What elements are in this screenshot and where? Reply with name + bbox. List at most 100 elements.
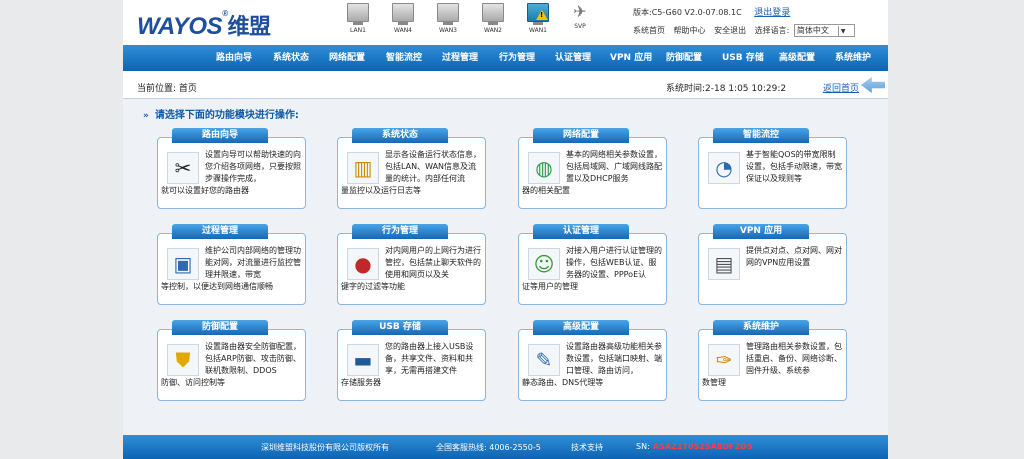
help-link[interactable]: 帮助中心: [674, 26, 706, 35]
card-system-maintenance[interactable]: 系统维护 ✑ 管理路由相关参数设置，包括重启、备份、网络诊断、固件升级、系统参 …: [698, 320, 847, 401]
header: WAYOS®维盟 LAN1 WAN4 WAN3 WAN2 WAN1: [123, 0, 888, 45]
wrench-icon[interactable]: ✑: [708, 344, 740, 376]
remote-manage-icon[interactable]: ▣: [167, 248, 199, 280]
right-margin: [888, 0, 1024, 459]
card-desc: 基于智能QOS的带宽限制设置，包括手动限速，带宽保证以及规则等: [746, 150, 842, 183]
safe-exit-link[interactable]: 安全退出: [714, 26, 746, 35]
card-title[interactable]: 认证管理: [533, 224, 629, 239]
port-wan3[interactable]: WAN3: [435, 3, 461, 34]
card-behavior-manage[interactable]: 行为管理 ● 对内网用户的上网行为进行管控，包括禁止聊天软件的使用和网页以及关 …: [337, 224, 486, 305]
nav-vpn[interactable]: VPN 应用: [610, 45, 652, 71]
card-title[interactable]: 行为管理: [352, 224, 448, 239]
port-label: SVP: [574, 23, 586, 30]
monitor-warning-icon: [527, 3, 549, 22]
nav-advanced-config[interactable]: 高级配置: [779, 45, 815, 71]
copyright: 深圳维盟科技股份有限公司版权所有: [261, 443, 389, 452]
card-desc: 设置路由器高级功能相关参数设置，包括端口映射、端口管理、路由访问，: [566, 342, 662, 375]
card-advanced-config[interactable]: 高级配置 ✎ 设置路由器高级功能相关参数设置，包括端口映射、端口管理、路由访问，…: [518, 320, 667, 401]
back-home-link[interactable]: 返回首页: [823, 81, 859, 94]
tech-support-link[interactable]: 技术支持: [571, 442, 603, 453]
nav-system-maintenance[interactable]: 系统维护: [835, 45, 871, 71]
warning-icon: [536, 10, 548, 20]
brand-logo[interactable]: WAYOS®维盟: [137, 9, 271, 41]
card-title[interactable]: 过程管理: [172, 224, 268, 239]
vpn-server-icon[interactable]: ▤: [708, 248, 740, 280]
card-smart-flow[interactable]: 智能流控 ◔ 基于智能QOS的带宽限制设置，包括手动限速，带宽保证以及规则等: [698, 128, 847, 209]
flow-control-icon[interactable]: ◔: [708, 152, 740, 184]
card-title[interactable]: VPN 应用: [713, 224, 809, 239]
nav-network-config[interactable]: 网络配置: [329, 45, 365, 71]
card-system-status[interactable]: 系统状态 ▥ 显示各设备运行状态信息，包括LAN、WAN信息及流量的统计。内部任…: [337, 128, 486, 209]
brand-name: WAYOS: [137, 13, 223, 40]
logout-link[interactable]: 退出登录: [754, 8, 790, 18]
port-label: LAN1: [350, 27, 366, 34]
admin-page: WAYOS®维盟 LAN1 WAN4 WAN3 WAN2 WAN1: [123, 0, 888, 459]
port-lan1[interactable]: LAN1: [345, 3, 371, 34]
card-auth-manage[interactable]: 认证管理 ☺ 对接入用户进行认证管理的操作，包括WEB认证、服务器的设置、PPP…: [518, 224, 667, 305]
port-wan1[interactable]: WAN1: [525, 3, 551, 34]
nav-behavior-manage[interactable]: 行为管理: [499, 45, 535, 71]
card-vpn[interactable]: VPN 应用 ▤ 提供点对点、点对网、网对网的VPN应用设置: [698, 224, 847, 305]
card-desc: 您的路由器上接入USB设备，共享文件、资料和共享，无需再搭建文件: [385, 342, 474, 375]
monitor-icon: [437, 3, 459, 22]
double-arrow-icon: »: [143, 111, 149, 121]
globe-icon[interactable]: ◍: [528, 152, 560, 184]
card-title[interactable]: 系统维护: [713, 320, 809, 335]
card-network-config[interactable]: 网络配置 ◍ 基本的网络相关参数设置，包括局域网、广域网线路配置以及DHCP服务…: [518, 128, 667, 209]
card-desc-cont: 键字的过滤等功能: [341, 282, 405, 291]
nav-process-manage[interactable]: 过程管理: [442, 45, 478, 71]
status-chart-icon[interactable]: ▥: [347, 152, 379, 184]
card-desc: 显示各设备运行状态信息，包括LAN、WAN信息及流量的统计。内部任何流: [385, 150, 481, 183]
ladybug-icon[interactable]: ●: [347, 248, 379, 280]
card-title[interactable]: 系统状态: [352, 128, 448, 143]
card-title[interactable]: 网络配置: [533, 128, 629, 143]
home-link[interactable]: 系统首页: [633, 26, 665, 35]
users-icon[interactable]: ☺: [528, 248, 560, 280]
card-title[interactable]: USB 存储: [352, 320, 448, 335]
card-desc-cont: 数管理: [702, 378, 726, 387]
port-wan4[interactable]: WAN4: [390, 3, 416, 34]
card-desc: 提供点对点、点对网、网对网的VPN应用设置: [746, 246, 842, 267]
hotline: 全国客服热线: 4006-2550-5: [436, 443, 541, 452]
port-label: WAN4: [393, 27, 412, 34]
port-label: WAN1: [528, 27, 547, 34]
language-select[interactable]: 简体中文 ▼: [793, 24, 855, 37]
card-desc: 基本的网络相关参数设置，包括局域网、广域网线路配置以及DHCP服务: [566, 150, 662, 183]
nav-smart-flow[interactable]: 智能流控: [386, 45, 422, 71]
card-desc-cont: 等控制，以便达到网络通信顺畅: [161, 282, 273, 291]
card-process-manage[interactable]: 过程管理 ▣ 维护公司内部网络的管理功能对网，对流量进行监控管理并限速，带宽 等…: [157, 224, 306, 305]
card-title[interactable]: 路由向导: [172, 128, 268, 143]
card-title[interactable]: 高级配置: [533, 320, 629, 335]
card-usb-storage[interactable]: USB 存储 ▬ 您的路由器上接入USB设备，共享文件、资料和共享，无需再搭建文…: [337, 320, 486, 401]
nav-usb-storage[interactable]: USB 存储: [722, 45, 764, 71]
sn-label: SN:: [636, 442, 650, 451]
nav-defense-config[interactable]: 防御配置: [666, 45, 702, 71]
prompt-text: 请选择下面的功能模块进行操作:: [154, 110, 299, 121]
main-nav: 路由向导 系统状态 网络配置 智能流控 过程管理 行为管理 认证管理 VPN 应…: [123, 45, 888, 71]
back-arrow-icon[interactable]: [861, 77, 885, 93]
card-desc-cont: 防御、访问控制等: [161, 378, 225, 387]
card-defense-config[interactable]: 防御配置 ⛊ 设置路由器安全防御配置，包括ARP防御、攻击防御、联机数限制、DD…: [157, 320, 306, 401]
card-desc: 维护公司内部网络的管理功能对网，对流量进行监控管理并限速，带宽: [205, 246, 301, 279]
tools-icon[interactable]: ✂: [167, 152, 199, 184]
language-label: 选择语言:: [754, 26, 790, 35]
card-title[interactable]: 防御配置: [172, 320, 268, 335]
card-desc: 对接入用户进行认证管理的操作，包括WEB认证、服务器的设置、PPPoE认: [566, 246, 662, 279]
card-desc: 设置路由器安全防御配置，包括ARP防御、攻击防御、联机数限制、DDOS: [205, 342, 301, 375]
satellite-icon: ✈: [573, 2, 587, 21]
card-desc-cont: 存储服务器: [341, 378, 381, 387]
advanced-tools-icon[interactable]: ✎: [528, 344, 560, 376]
port-status-bar: LAN1 WAN4 WAN3 WAN2 WAN1 ✈ SVP: [345, 3, 590, 41]
usb-drive-icon[interactable]: ▬: [347, 344, 379, 376]
port-wan2[interactable]: WAN2: [480, 3, 506, 34]
card-desc: 对内网用户的上网行为进行管控，包括禁止聊天软件的使用和网页以及关: [385, 246, 481, 279]
card-route-wizard[interactable]: 路由向导 ✂ 设置向导可以帮助快速的向您介绍各项网络，只要按照步骤操作完成， 就…: [157, 128, 306, 209]
card-title[interactable]: 智能流控: [713, 128, 809, 143]
nav-system-status[interactable]: 系统状态: [273, 45, 309, 71]
nav-auth-manage[interactable]: 认证管理: [555, 45, 591, 71]
port-svp[interactable]: ✈ SVP: [567, 2, 593, 31]
main-content: » 请选择下面的功能模块进行操作: 路由向导 ✂ 设置向导可以帮助快速的向您介绍各…: [123, 99, 888, 435]
shield-icon[interactable]: ⛊: [167, 344, 199, 376]
language-value: 简体中文: [796, 26, 829, 35]
nav-route-wizard[interactable]: 路由向导: [216, 45, 252, 71]
